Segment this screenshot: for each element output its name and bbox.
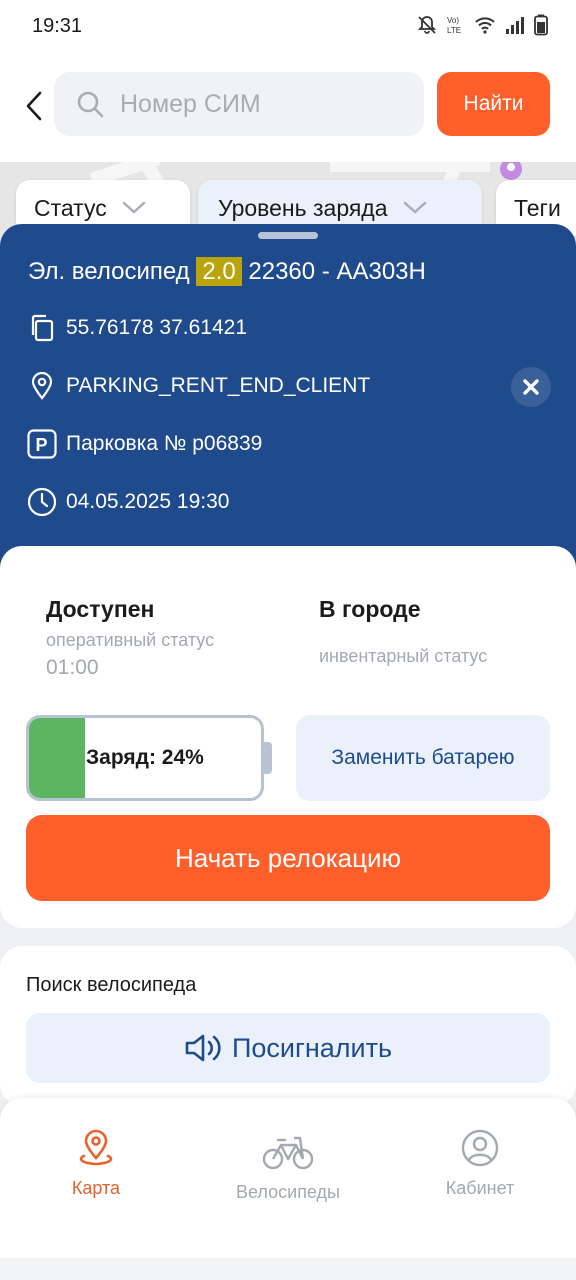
map-road xyxy=(330,162,490,172)
battery-cap xyxy=(264,742,272,774)
profile-icon xyxy=(461,1129,499,1167)
find-button[interactable]: Найти xyxy=(437,72,550,136)
back-button[interactable] xyxy=(20,86,48,126)
chevron-left-icon xyxy=(26,91,42,121)
close-icon xyxy=(523,379,539,395)
bicycle-icon xyxy=(262,1136,314,1170)
location-row: PARKING_RENT_END_CLIENT xyxy=(26,370,370,402)
drag-handle[interactable] xyxy=(258,232,318,239)
battery-icon xyxy=(534,14,548,36)
volte-icon: Vo)LTE xyxy=(447,16,461,35)
map-pin-icon xyxy=(79,1129,113,1166)
map-marker-icon xyxy=(500,162,522,180)
wifi-icon xyxy=(475,17,495,34)
search-bar: Номер СИМ Найти xyxy=(0,54,576,162)
model-badge: 2.0 xyxy=(196,257,242,286)
status-bar: 19:31 Vo) LTE xyxy=(0,0,576,54)
operational-status-time: 01:00 xyxy=(46,656,99,679)
inventory-status-value: В городе xyxy=(319,596,421,622)
location-status-text: PARKING_RENT_END_CLIENT xyxy=(66,374,371,397)
nav-item-bicycles[interactable]: Велосипеды xyxy=(198,1132,378,1203)
nav-label: Велосипеды xyxy=(236,1182,340,1202)
vehicle-type: Эл. велосипед xyxy=(28,258,190,285)
bike-search-title: Поиск велосипеда xyxy=(26,974,197,996)
status-time: 19:31 xyxy=(32,15,83,37)
timestamp-row: 04.05.2025 19:30 xyxy=(26,486,230,518)
bell-muted-icon xyxy=(417,16,437,34)
filter-chip-label: Теги xyxy=(514,194,561,221)
clock-icon xyxy=(27,487,57,517)
nav-item-map[interactable]: Карта xyxy=(6,1128,186,1199)
nav-label: Кабинет xyxy=(445,1178,515,1198)
svg-text:LTE: LTE xyxy=(447,26,461,35)
battery-indicator: Заряд: 24% xyxy=(26,715,264,801)
svg-text:Vo): Vo) xyxy=(447,16,459,25)
system-nav-strip xyxy=(0,1258,576,1280)
battery-fill xyxy=(29,718,85,798)
status-icons: Vo) LTE xyxy=(416,14,548,36)
operational-status-value: Доступен xyxy=(46,596,155,622)
signal-icon xyxy=(506,17,524,34)
timestamp-text: 04.05.2025 19:30 xyxy=(66,490,230,513)
nav-label: Карта xyxy=(71,1178,121,1198)
signal-label: Посигналить xyxy=(231,1032,393,1063)
vehicle-title: Эл. велосипед 2.0 22360 - АА303Н xyxy=(28,257,426,286)
signal-button[interactable]: Посигналить xyxy=(26,1013,550,1083)
status-card: Доступен оперативный статус 01:00 В горо… xyxy=(0,546,576,928)
nav-item-profile[interactable]: Кабинет xyxy=(390,1128,570,1199)
coordinates-text: 55.76178 37.61421 xyxy=(66,316,248,339)
operational-status-label: оперативный статус xyxy=(46,630,215,650)
speaker-icon xyxy=(185,1034,221,1062)
coordinates-row[interactable]: 55.76178 37.61421 xyxy=(26,312,247,344)
chevron-down-icon xyxy=(403,201,426,214)
copy-icon xyxy=(31,314,54,342)
search-icon xyxy=(77,91,104,118)
bike-search-card: Поиск велосипеда Посигналить xyxy=(0,946,576,1106)
battery-label: Заряд: 24% xyxy=(86,746,204,769)
parking-icon: P xyxy=(27,429,57,459)
chevron-down-icon xyxy=(122,201,145,214)
bottom-navigation: Карта Велосипеды Кабинет xyxy=(0,1098,576,1258)
search-placeholder: Номер СИМ xyxy=(120,89,261,118)
search-input[interactable]: Номер СИМ xyxy=(54,72,424,136)
vehicle-info-card: Эл. велосипед 2.0 22360 - АА303Н 55.7617… xyxy=(0,224,576,570)
vehicle-id: 22360 - АА303Н xyxy=(248,258,426,285)
filter-chip-label: Уровень заряда xyxy=(218,194,388,221)
close-button[interactable] xyxy=(511,367,551,407)
start-relocation-button[interactable]: Начать релокацию xyxy=(26,815,550,901)
location-pin-icon xyxy=(31,372,53,400)
parking-text: Парковка № p06839 xyxy=(66,432,263,455)
parking-row: P Парковка № p06839 xyxy=(26,428,262,460)
replace-battery-button[interactable]: Заменить батарею xyxy=(296,715,550,801)
svg-text:P: P xyxy=(36,435,48,455)
inventory-status-label: инвентарный статус xyxy=(319,646,488,666)
filter-chip-label: Статус xyxy=(34,194,107,221)
